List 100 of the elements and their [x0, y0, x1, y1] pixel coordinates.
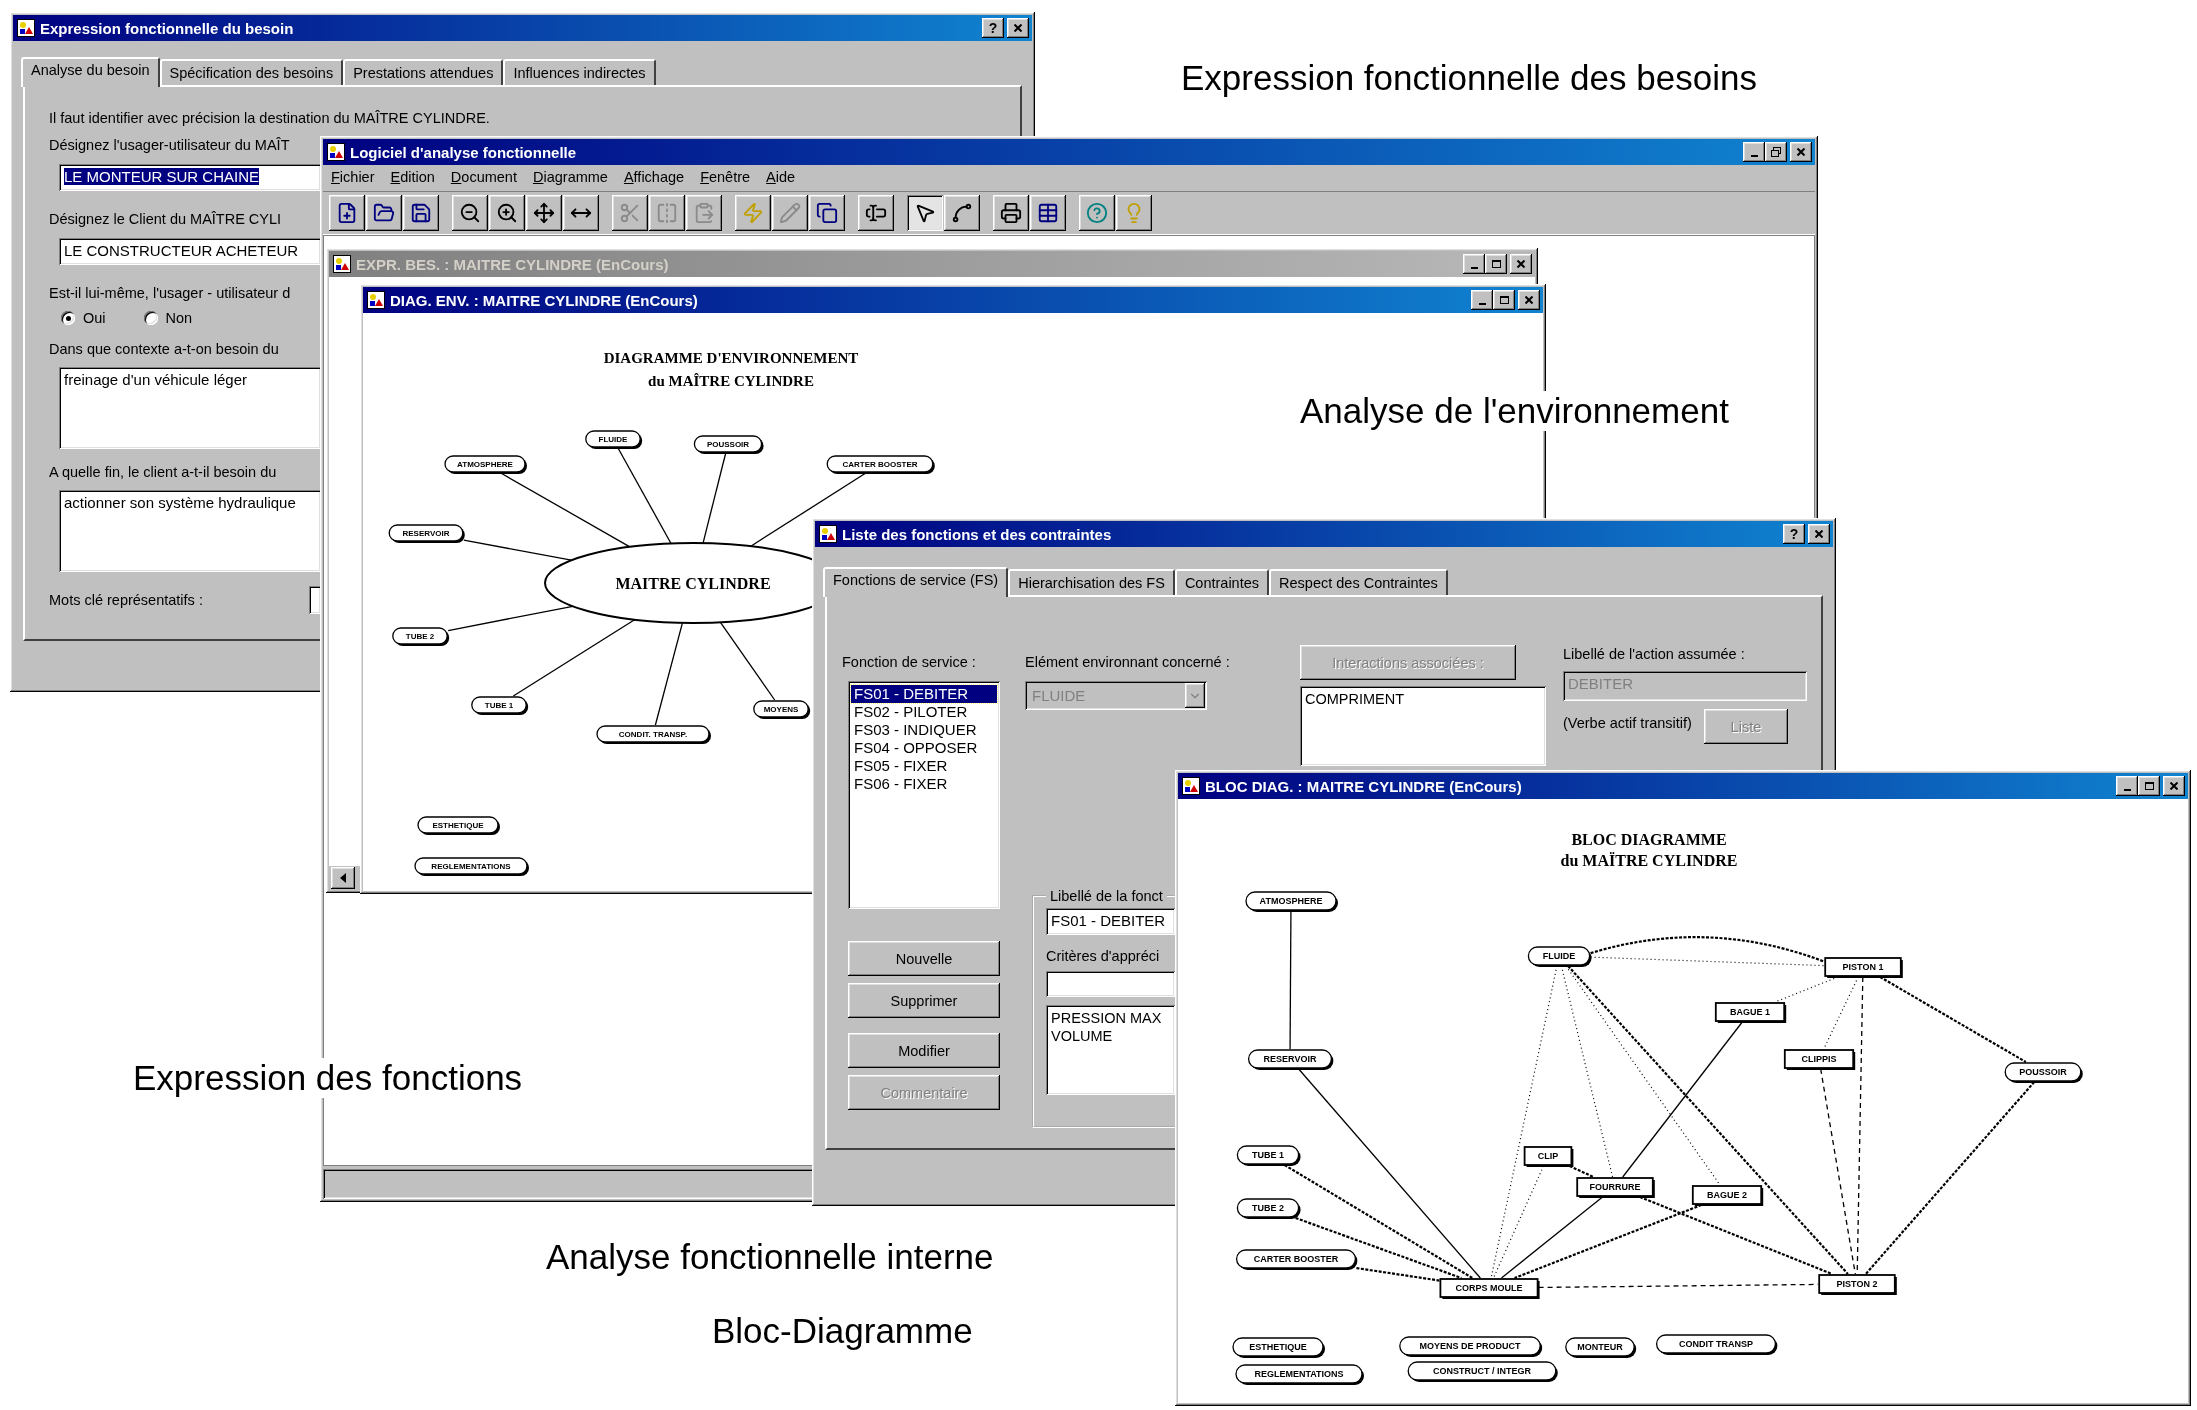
close-button[interactable] [1808, 524, 1830, 544]
text-field[interactable]: FS01 - DEBITER [1046, 908, 1175, 935]
list-item[interactable]: COMPRIMENT [1305, 690, 1541, 708]
close-button[interactable] [2163, 776, 2185, 796]
list-item[interactable]: FS03 - INDIQUER [851, 721, 997, 739]
diagram-node: TUBE 1 [471, 696, 529, 715]
group-label: Libellé de la fonct [1049, 888, 1164, 904]
minimize-button[interactable] [1471, 290, 1493, 310]
close-button[interactable] [1007, 18, 1029, 38]
pencil-icon [779, 202, 801, 224]
maximize-button[interactable] [1493, 290, 1515, 310]
scroll-left-button[interactable] [331, 867, 355, 889]
tab[interactable]: Spécification des besoins [159, 59, 344, 85]
toolbar-button[interactable] [858, 195, 894, 231]
action-button[interactable]: Nouvelle [848, 941, 1000, 976]
list-item[interactable]: FS05 - FIXER [851, 757, 997, 775]
radio-option[interactable]: Non [143, 310, 193, 326]
toolbar-button[interactable] [907, 195, 943, 231]
tab[interactable]: Analyse du besoin [21, 57, 160, 87]
list-item[interactable]: PRESSION MAX [1051, 1009, 1170, 1027]
help-button[interactable]: ? [982, 18, 1004, 38]
lightning-icon [742, 202, 764, 224]
toolbar-button[interactable] [403, 195, 439, 231]
diagram-node: ESTHETIQUE [1232, 1337, 1325, 1358]
list-item[interactable]: FS06 - FIXER [851, 775, 997, 793]
tab[interactable]: Hierarchisation des FS [1008, 569, 1175, 595]
menu-item[interactable]: Diagramme [532, 169, 608, 187]
toolbar-button[interactable] [993, 195, 1029, 231]
app-icon [333, 255, 351, 273]
toolbar-button[interactable] [526, 195, 562, 231]
menu-item[interactable]: Affichage [623, 169, 685, 187]
diagram-node: ATMOSPHERE [1245, 891, 1338, 912]
toolbar-button[interactable] [489, 195, 525, 231]
zoom-out-icon [459, 202, 481, 224]
diagram-node: REGLEMENTATIONS [1235, 1364, 1364, 1385]
tab[interactable]: Respect des Contraintes [1269, 569, 1448, 595]
copy-icon [816, 202, 838, 224]
action-button[interactable]: Supprimer [848, 983, 1000, 1018]
toolbar-button[interactable] [1116, 195, 1152, 231]
interactions-list[interactable]: COMPRIMENT [1300, 686, 1546, 766]
radio-button[interactable] [61, 311, 75, 325]
minimize-button[interactable] [1743, 142, 1765, 162]
close-button[interactable] [1510, 254, 1532, 274]
list-item[interactable]: FS02 - PILOTER [851, 703, 997, 721]
left-triangle-icon [340, 873, 346, 883]
toolbar-button[interactable] [366, 195, 402, 231]
radio-button[interactable] [143, 311, 158, 325]
radio-option[interactable]: Oui [61, 310, 106, 326]
maximize-icon [1491, 260, 1501, 268]
toolbar-button[interactable] [1030, 195, 1066, 231]
text-field[interactable]: LE MONTEUR SUR CHAINE [59, 164, 321, 191]
toolbar-button[interactable] [944, 195, 980, 231]
toolbar-button[interactable] [329, 195, 365, 231]
question-label: Dans que contexte a-t-on besoin du [49, 340, 280, 358]
diagram-node: CONDIT TRANSP [1655, 1334, 1778, 1355]
menu-item[interactable]: Fichier [331, 169, 375, 187]
text-field[interactable] [1046, 971, 1175, 997]
menu-item[interactable]: Edition [390, 169, 435, 187]
toolbar-button[interactable] [809, 195, 845, 231]
toolbar-button[interactable] [1079, 195, 1115, 231]
close-icon [1014, 24, 1022, 32]
tab[interactable]: Influences indirectes [503, 59, 656, 85]
close-button[interactable] [1518, 290, 1540, 310]
text-area[interactable]: actionner son système hydraulique [59, 490, 321, 572]
tab[interactable]: Prestations attendues [343, 59, 504, 85]
zoom-in-icon [496, 202, 518, 224]
help-button[interactable]: ? [1783, 524, 1805, 544]
maximize-button[interactable] [2138, 776, 2160, 796]
field-label: Libellé de l'action assumée : [1563, 645, 1746, 663]
close-button[interactable] [1790, 142, 1812, 162]
text-area[interactable]: freinage d'un véhicule léger [59, 367, 321, 449]
minimize-button[interactable] [1463, 254, 1485, 274]
move-icon [533, 202, 555, 224]
list-item[interactable]: FS04 - OPPOSER [851, 739, 997, 757]
text-field[interactable]: LE CONSTRUCTEUR ACHETEUR [59, 238, 321, 265]
tab[interactable]: Contraintes [1174, 569, 1270, 595]
keywords-field[interactable] [309, 586, 321, 614]
menu-item[interactable]: Document [450, 169, 517, 187]
criteria-list[interactable]: PRESSION MAX VOLUME [1046, 1005, 1175, 1095]
minimize-button[interactable] [2116, 776, 2138, 796]
toolbar-button[interactable] [735, 195, 771, 231]
menu-item[interactable]: Fenêtre [700, 169, 751, 187]
list-item[interactable]: FS01 - DEBITER [851, 685, 997, 703]
maximize-button[interactable] [1485, 254, 1507, 274]
diagram-title: BLOC DIAGRAMME [1571, 831, 1727, 848]
close-icon [1525, 296, 1533, 304]
restore-button[interactable] [1765, 142, 1787, 162]
question-label: Est-il lui-même, l'usager - utilisateur d [49, 284, 292, 302]
toolbar-button[interactable] [452, 195, 488, 231]
list-item[interactable]: VOLUME [1051, 1027, 1170, 1045]
instruction-text: Il faut identifier avec précision la destination du MAÎTRE CYLINDRE. [49, 109, 491, 127]
action-button[interactable]: Modifier [848, 1033, 1000, 1068]
folder-icon [373, 202, 395, 224]
app-icon [819, 525, 837, 543]
menu-item[interactable]: Aide [766, 169, 796, 187]
question-label: Désignez le Client du MAÎTRE CYLI [49, 210, 283, 228]
tab[interactable]: Fonctions de service (FS) [823, 567, 1009, 597]
toolbar-button[interactable] [563, 195, 599, 231]
clipboard-icon [693, 202, 715, 224]
diagram-node: ESTHETIQUE [417, 816, 500, 835]
